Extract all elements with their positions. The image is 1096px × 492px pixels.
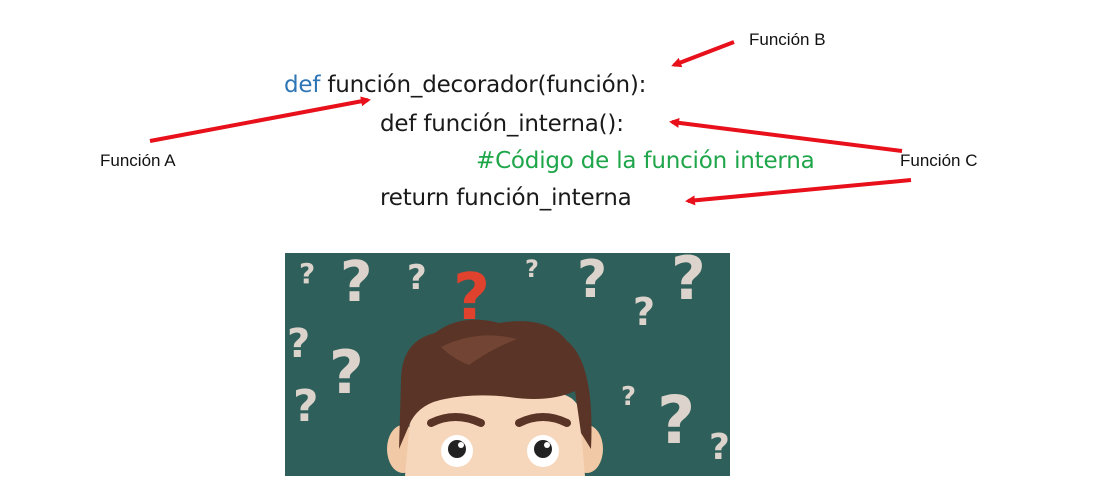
- svg-text:?: ?: [709, 427, 730, 468]
- code-line-decorator-def: def función_decorador(función):: [284, 74, 646, 97]
- decorator-signature: función_decorador(función):: [320, 72, 647, 98]
- svg-text:?: ?: [671, 253, 706, 314]
- svg-text:?: ?: [577, 253, 607, 310]
- confused-person-illustration: ? ? ? ? ? ? ? ? ? ? ? ? ? ?: [285, 253, 730, 476]
- svg-text:?: ?: [299, 257, 315, 290]
- svg-text:?: ?: [293, 381, 319, 432]
- svg-text:?: ?: [287, 321, 310, 367]
- left-pupil: [448, 440, 466, 458]
- right-pupil: [534, 440, 552, 458]
- svg-text:?: ?: [340, 253, 372, 315]
- svg-text:?: ?: [633, 290, 655, 334]
- arrow-a: [149, 96, 371, 143]
- illustration-svg: ? ? ? ? ? ? ? ? ? ? ? ? ? ?: [285, 253, 730, 476]
- code-return-line: return función_interna: [380, 185, 632, 211]
- arrow-b: [671, 40, 735, 68]
- label-funcion-b: Función B: [749, 30, 826, 49]
- left-eye-glint: [458, 442, 464, 448]
- label-funcion-c: Función C: [900, 151, 978, 170]
- code-line-inner-def: def función_interna():: [380, 111, 624, 137]
- code-comment-line: #Código de la función interna: [476, 148, 815, 174]
- arrow-c-upper: [669, 117, 903, 153]
- right-eye-glint: [544, 442, 550, 448]
- label-funcion-a: Función A: [100, 151, 176, 170]
- svg-text:?: ?: [657, 382, 695, 459]
- svg-text:?: ?: [329, 338, 364, 408]
- svg-text:?: ?: [525, 255, 539, 283]
- arrow-c-lower: [685, 178, 912, 206]
- svg-text:?: ?: [621, 382, 636, 412]
- face: [405, 393, 585, 476]
- svg-text:?: ?: [407, 258, 427, 298]
- def-keyword: def: [284, 72, 321, 98]
